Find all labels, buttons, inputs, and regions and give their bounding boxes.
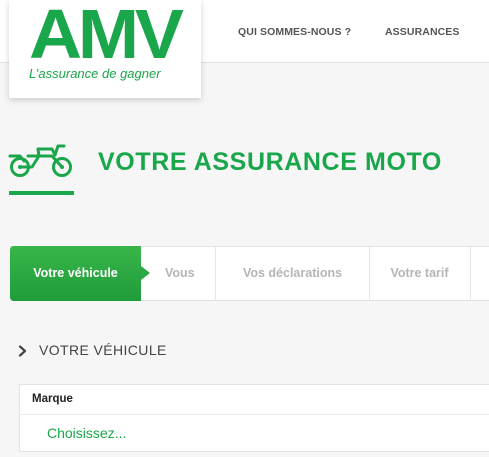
step-next[interactable] <box>470 247 489 300</box>
title-underline <box>9 191 74 195</box>
chevron-right-icon <box>18 345 27 357</box>
step-vos-declarations[interactable]: Vos déclarations <box>216 247 370 300</box>
amv-logo[interactable]: AMV L’assurance de gagner <box>9 0 201 98</box>
step-vous[interactable]: Vous <box>141 247 216 300</box>
brand-field: Marque Choisissez... <box>19 384 489 452</box>
step-votre-tarif[interactable]: Votre tarif <box>369 247 471 300</box>
nav-qui-sommes-nous[interactable]: QUI SOMMES-NOUS ? <box>238 26 351 38</box>
section-title: VOTRE VÉHICULE <box>39 342 167 358</box>
top-navigation-bar: AMV L’assurance de gagner QUI SOMMES-NOU… <box>0 0 489 98</box>
nav-assurances[interactable]: ASSURANCES <box>385 26 460 38</box>
step-votre-vehicule[interactable]: Votre véhicule <box>10 246 150 301</box>
brand-select[interactable]: Choisissez... <box>20 415 489 451</box>
page-header: VOTRE ASSURANCE MOTO <box>0 130 489 200</box>
active-step-arrow <box>141 266 150 280</box>
brand-label: Marque <box>32 393 73 405</box>
step-label: Votre véhicule <box>33 266 118 280</box>
logo-wordmark: AMV <box>29 0 184 73</box>
page-title: VOTRE ASSURANCE MOTO <box>98 148 442 176</box>
motorcycle-icon <box>8 144 72 177</box>
logo-tagline: L’assurance de gagner <box>29 66 161 81</box>
progress-steps: Votre véhicule Vous Vos déclarations Vot… <box>10 246 489 301</box>
